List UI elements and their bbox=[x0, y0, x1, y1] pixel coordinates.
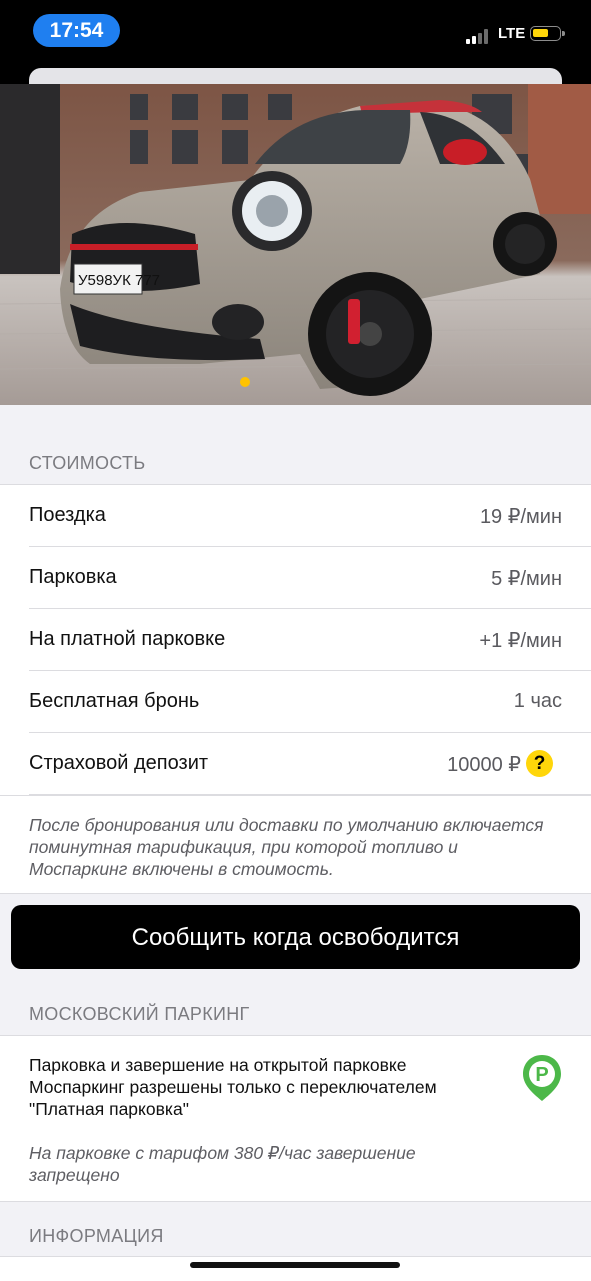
price-label: Бесплатная бронь bbox=[29, 690, 200, 712]
price-row-deposit[interactable]: Страховой депозит 10000 ₽ ? bbox=[29, 733, 591, 795]
info-header: ИНФОРМАЦИЯ bbox=[29, 1226, 164, 1246]
price-value: 1 час bbox=[513, 690, 562, 712]
notify-when-free-button[interactable]: Сообщить когда освободится bbox=[11, 905, 580, 969]
pricing-note: После бронирования или доставки по умолч… bbox=[29, 815, 544, 879]
price-row-trip: Поездка 19 ₽/мин bbox=[29, 485, 591, 547]
parking-icon: P bbox=[523, 1055, 561, 1101]
help-icon[interactable]: ? bbox=[526, 750, 553, 777]
pricing-header: СТОИМОСТЬ bbox=[29, 453, 146, 473]
parking-group: Парковка и завершение на открытой парков… bbox=[0, 1035, 591, 1202]
price-label: Поездка bbox=[29, 504, 106, 526]
price-row-free-booking: Бесплатная бронь 1 час bbox=[29, 671, 591, 733]
license-plate: У598УК 777 bbox=[78, 272, 160, 289]
price-label: На платной парковке bbox=[29, 628, 226, 650]
status-time[interactable]: 17:54 bbox=[33, 14, 120, 47]
info-group bbox=[0, 1256, 591, 1281]
car-photo[interactable]: У598УК 777 bbox=[0, 84, 591, 405]
battery-icon bbox=[530, 26, 565, 41]
price-value: 5 ₽/мин bbox=[491, 568, 562, 590]
price-value: 10000 ₽ bbox=[447, 754, 521, 776]
parking-header: МОСКОВСКИЙ ПАРКИНГ bbox=[29, 1004, 250, 1024]
price-value: +1 ₽/мин bbox=[479, 630, 562, 652]
home-indicator[interactable] bbox=[190, 1262, 400, 1268]
price-label: Парковка bbox=[29, 566, 117, 588]
svg-text:P: P bbox=[535, 1064, 548, 1086]
network-type: LTE bbox=[498, 25, 526, 42]
parking-rules-text: Парковка и завершение на открытой парков… bbox=[29, 1055, 437, 1119]
pricing-group: Поездка 19 ₽/мин Парковка 5 ₽/мин На пла… bbox=[0, 484, 591, 894]
price-row-parking: Парковка 5 ₽/мин bbox=[29, 547, 591, 609]
carousel-page-indicator bbox=[240, 377, 250, 387]
price-label: Страховой депозит bbox=[29, 752, 209, 774]
price-value: 19 ₽/мин bbox=[479, 506, 562, 528]
parking-tariff-note: На парковке с тарифом 380 ₽/час завершен… bbox=[29, 1143, 416, 1185]
price-row-paid-parking: На платной парковке +1 ₽/мин bbox=[29, 609, 591, 671]
signal-strength-icon bbox=[466, 28, 494, 44]
